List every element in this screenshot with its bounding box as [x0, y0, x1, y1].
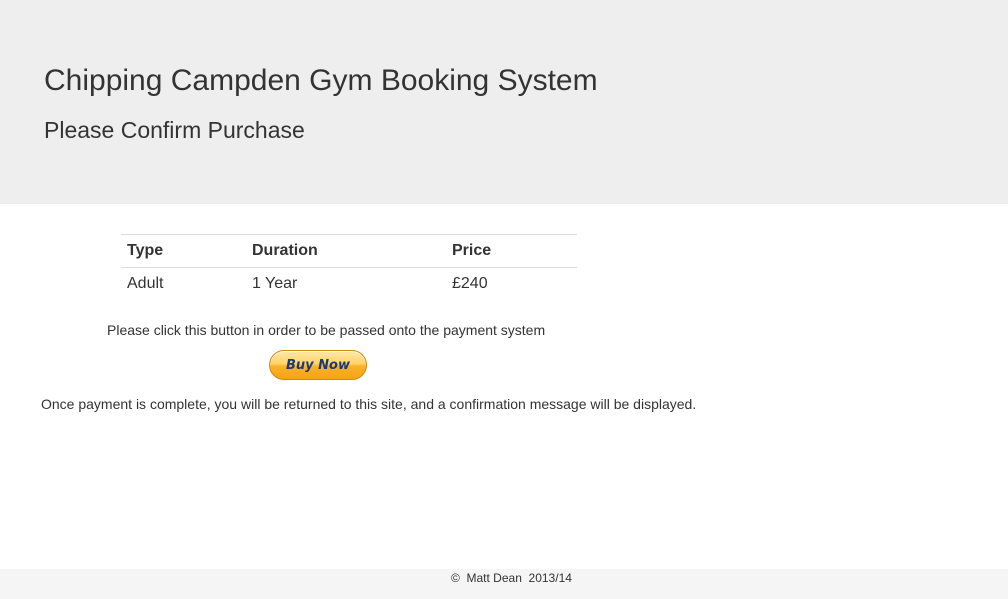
page-footer: © Matt Dean 2013/14 — [0, 569, 1008, 599]
column-header-duration: Duration — [246, 234, 446, 268]
buy-now-button[interactable]: Buy Now — [269, 350, 367, 380]
payment-instruction: Please click this button in order to be … — [107, 322, 546, 338]
cell-type: Adult — [127, 275, 164, 292]
column-header-price: Price — [446, 234, 577, 268]
page-title: Chipping Campden Gym Booking System — [44, 64, 598, 97]
payment-notice: Once payment is complete, you will be re… — [41, 396, 697, 412]
cell-price: £240 — [452, 275, 488, 292]
page-subtitle: Please Confirm Purchase — [44, 117, 305, 143]
page-header: Chipping Campden Gym Booking System Plea… — [0, 0, 1008, 204]
order-summary-table: Type Duration Price Adult 1 Year £240 — [121, 234, 577, 300]
copyright-text: © Matt Dean 2013/14 — [451, 571, 572, 585]
table-header-row: Type Duration Price — [121, 234, 577, 268]
table-row: Adult 1 Year £240 — [121, 268, 577, 301]
cell-duration: 1 Year — [252, 275, 298, 292]
page: Chipping Campden Gym Booking System Plea… — [0, 0, 1008, 599]
column-header-type: Type — [121, 234, 246, 268]
